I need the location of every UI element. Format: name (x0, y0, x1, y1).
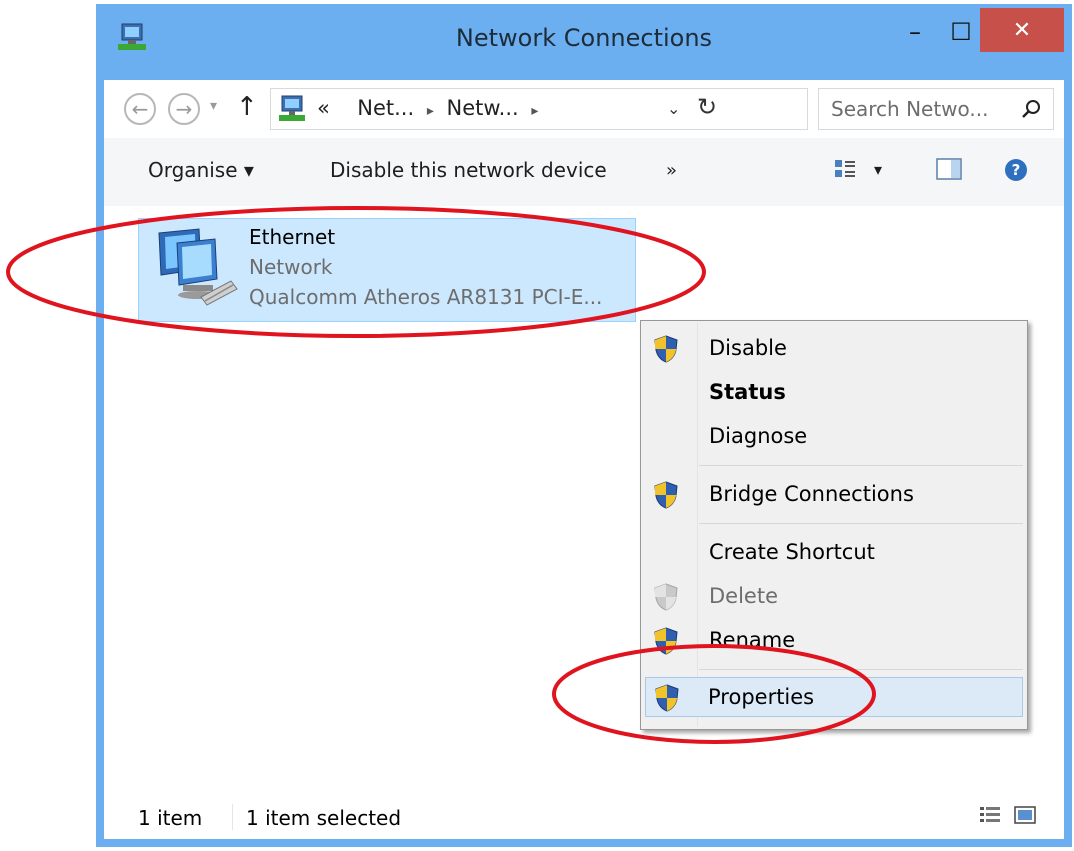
menu-item-label: Create Shortcut (709, 540, 875, 564)
menu-item-rename[interactable]: Rename (643, 621, 1025, 661)
search-field[interactable]: Search Netwo... (818, 88, 1054, 130)
search-icon (1022, 100, 1040, 118)
menu-item-label: Diagnose (709, 424, 808, 448)
help-icon[interactable]: ? (1004, 158, 1028, 182)
menu-item-label: Disable (709, 336, 787, 360)
menu-separator (699, 669, 1023, 670)
arrow-right-icon: → (175, 97, 193, 121)
breadcrumb-separator-icon[interactable]: ▸ (525, 103, 544, 119)
organise-button[interactable]: Organise ▾ (148, 158, 254, 182)
menu-item-delete: Delete (643, 577, 1025, 617)
chevron-down-icon: ▾ (210, 98, 218, 114)
title-bar[interactable]: Network Connections – ☐ ✕ (96, 4, 1072, 82)
uac-shield-disabled-icon (654, 583, 678, 611)
menu-item-label: Delete (709, 584, 778, 608)
details-view-icon[interactable] (980, 806, 1000, 824)
uac-shield-icon (655, 684, 679, 712)
menu-item-diagnose[interactable]: Diagnose (643, 417, 1025, 457)
address-field[interactable]: « Net... ▸ Netw... ▸ ⌄ ↻ (270, 88, 808, 130)
item-count: 1 item (138, 806, 203, 830)
menu-item-bridge-connections[interactable]: Bridge Connections (643, 475, 1025, 515)
context-menu: Disable Status Diagnose Bridge Connectio… (640, 320, 1028, 730)
status-bar: 1 item 1 item selected (104, 790, 1064, 839)
minimize-button[interactable]: – (892, 12, 938, 52)
svg-text:?: ? (1012, 161, 1021, 179)
menu-item-properties[interactable]: Properties (645, 677, 1023, 717)
command-bar: Organise ▾ Disable this network device »… (104, 138, 1064, 206)
uac-shield-icon (654, 335, 678, 363)
maximize-button[interactable]: ☐ (938, 12, 984, 52)
breadcrumb-separator-icon[interactable]: ▸ (421, 103, 440, 119)
search-placeholder: Search Netwo... (831, 97, 989, 121)
up-button[interactable]: ↑ (236, 92, 258, 122)
status-divider (232, 804, 233, 830)
close-button[interactable]: ✕ (980, 8, 1064, 52)
close-icon: ✕ (1012, 17, 1032, 43)
item-device: Qualcomm Atheros AR8131 PCI-E... (249, 285, 603, 309)
recent-locations-button[interactable]: ▾ (210, 98, 217, 114)
menu-item-label: Bridge Connections (709, 482, 914, 506)
menu-separator (699, 523, 1023, 524)
address-bar: ← → ▾ ↑ « Net... ▸ Netw... ▸ ⌄ ↻ Search … (104, 80, 1064, 138)
change-view-icon[interactable] (834, 158, 856, 180)
menu-item-status[interactable]: Status (643, 373, 1025, 413)
menu-item-label: Properties (708, 685, 815, 709)
view-options-dropdown-icon[interactable]: ▾ (874, 160, 882, 179)
arrow-up-icon: ↑ (236, 92, 258, 122)
ethernet-adapter-icon (158, 228, 238, 306)
more-commands-button[interactable]: » (666, 160, 677, 181)
refresh-icon[interactable]: ↻ (697, 93, 717, 121)
arrow-left-icon: ← (131, 97, 149, 121)
menu-separator (699, 465, 1023, 466)
uac-shield-icon (654, 627, 678, 655)
uac-shield-icon (654, 481, 678, 509)
forward-button[interactable]: → (168, 93, 200, 125)
large-icons-view-icon[interactable] (1014, 806, 1036, 824)
back-button[interactable]: ← (124, 93, 156, 125)
selection-count: 1 item selected (246, 806, 402, 830)
disable-device-button[interactable]: Disable this network device (330, 158, 607, 182)
breadcrumb-overflow[interactable]: « (317, 96, 330, 120)
connection-item-ethernet[interactable]: Ethernet Network Qualcomm Atheros AR8131… (138, 218, 636, 322)
breadcrumb: « Net... ▸ Netw... ▸ (317, 96, 544, 120)
item-network: Network (249, 255, 333, 279)
breadcrumb-item[interactable]: Netw... (447, 96, 519, 120)
menu-item-label: Status (709, 380, 786, 404)
preview-pane-icon[interactable] (936, 158, 962, 180)
menu-item-label: Rename (709, 628, 796, 652)
network-folder-icon (279, 95, 305, 121)
menu-item-create-shortcut[interactable]: Create Shortcut (643, 533, 1025, 573)
breadcrumb-item[interactable]: Net... (357, 96, 414, 120)
address-dropdown-icon[interactable]: ⌄ (667, 99, 680, 118)
item-name: Ethernet (249, 225, 336, 249)
menu-item-disable[interactable]: Disable (643, 329, 1025, 369)
